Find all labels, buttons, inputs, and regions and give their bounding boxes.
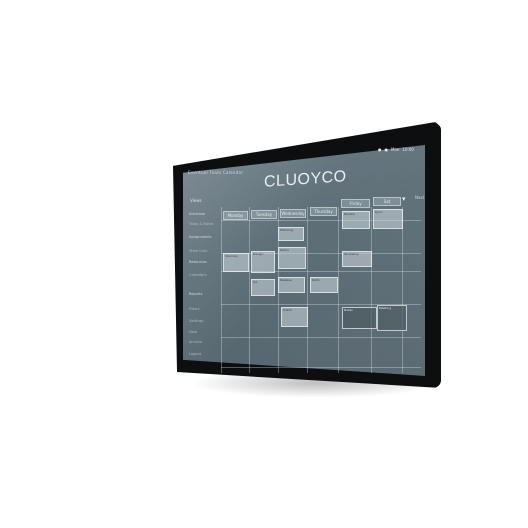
window-title: Eventual Team Calendar xyxy=(188,170,244,175)
grid-line xyxy=(221,207,222,373)
grid-line xyxy=(402,207,403,373)
next-week-label[interactable]: Next xyxy=(415,195,424,200)
column-header-monday[interactable]: Monday xyxy=(223,211,248,220)
column-header-saturday[interactable]: Sat xyxy=(373,197,401,206)
sidebar-item-logout[interactable]: Logout xyxy=(189,352,219,356)
status-bar: ● ● Mon 10:00 xyxy=(378,147,414,152)
grid-line xyxy=(221,337,421,338)
status-dot-icon: ● xyxy=(384,147,389,152)
sidebar-item-filters[interactable]: Filters xyxy=(189,307,219,311)
calendar-event[interactable]: Review xyxy=(342,211,370,229)
grid-line xyxy=(338,207,339,373)
sidebar-item-team-lists[interactable]: Team Lists xyxy=(189,249,219,253)
tablet-scene: Eventual Team Calendar ● ● Mon 10:00 CLU… xyxy=(0,0,528,528)
column-header-thursday[interactable]: Thursday xyxy=(310,207,337,216)
sidebar-item-archive[interactable]: Archive xyxy=(189,340,219,344)
sidebar: Schedule Tasks & Notes Assignments Team … xyxy=(189,212,221,362)
sidebar-item-resources[interactable]: Resources xyxy=(189,260,219,264)
status-dot-icon: ● xyxy=(378,147,382,152)
column-header-wednesday[interactable]: Wednesday xyxy=(280,209,306,218)
calendar-event[interactable]: Design xyxy=(251,251,275,273)
grid-line xyxy=(249,207,250,373)
sidebar-item-tasks[interactable]: Tasks & Notes xyxy=(189,222,219,226)
sidebar-item-help[interactable]: Help xyxy=(189,330,219,334)
sidebar-item-calendars[interactable]: Calendars xyxy=(189,273,219,277)
calendar-event[interactable]: Demo xyxy=(278,247,306,269)
calendar-event[interactable]: Workshop xyxy=(342,251,372,267)
sidebar-heading: Views xyxy=(190,198,202,203)
sidebar-item-reports[interactable]: Reports xyxy=(189,292,219,296)
calendar-event[interactable]: QA xyxy=(251,279,275,296)
calendar-event[interactable]: Client xyxy=(281,307,308,327)
column-header-tuesday[interactable]: Tuesday xyxy=(251,210,277,219)
grid-line xyxy=(221,367,421,368)
grid-line xyxy=(371,207,372,373)
grid-line xyxy=(307,207,308,373)
calendar-grid: Monday Tuesday Wednesday Thursday Friday… xyxy=(221,197,423,373)
sidebar-item-schedule[interactable]: Schedule xyxy=(189,212,219,216)
sidebar-item-settings[interactable]: Settings xyxy=(189,319,219,323)
calendar-event[interactable]: Meeting xyxy=(377,305,407,331)
calendar-event[interactable]: Notes xyxy=(342,307,377,329)
column-header-friday[interactable]: Friday xyxy=(341,199,370,208)
status-time: 10:00 xyxy=(402,147,414,152)
status-day: Mon xyxy=(391,147,400,152)
sidebar-item-assignments[interactable]: Assignments xyxy=(189,235,219,239)
calendar-event[interactable]: Sync xyxy=(373,209,403,229)
calendar-event[interactable]: Release xyxy=(278,277,305,293)
calendar-event[interactable]: Retro xyxy=(310,277,338,293)
calendar-event[interactable]: Standup xyxy=(223,253,249,272)
calendar-event[interactable]: Planning xyxy=(278,227,304,241)
chevron-down-icon[interactable]: ▾ xyxy=(402,195,406,203)
